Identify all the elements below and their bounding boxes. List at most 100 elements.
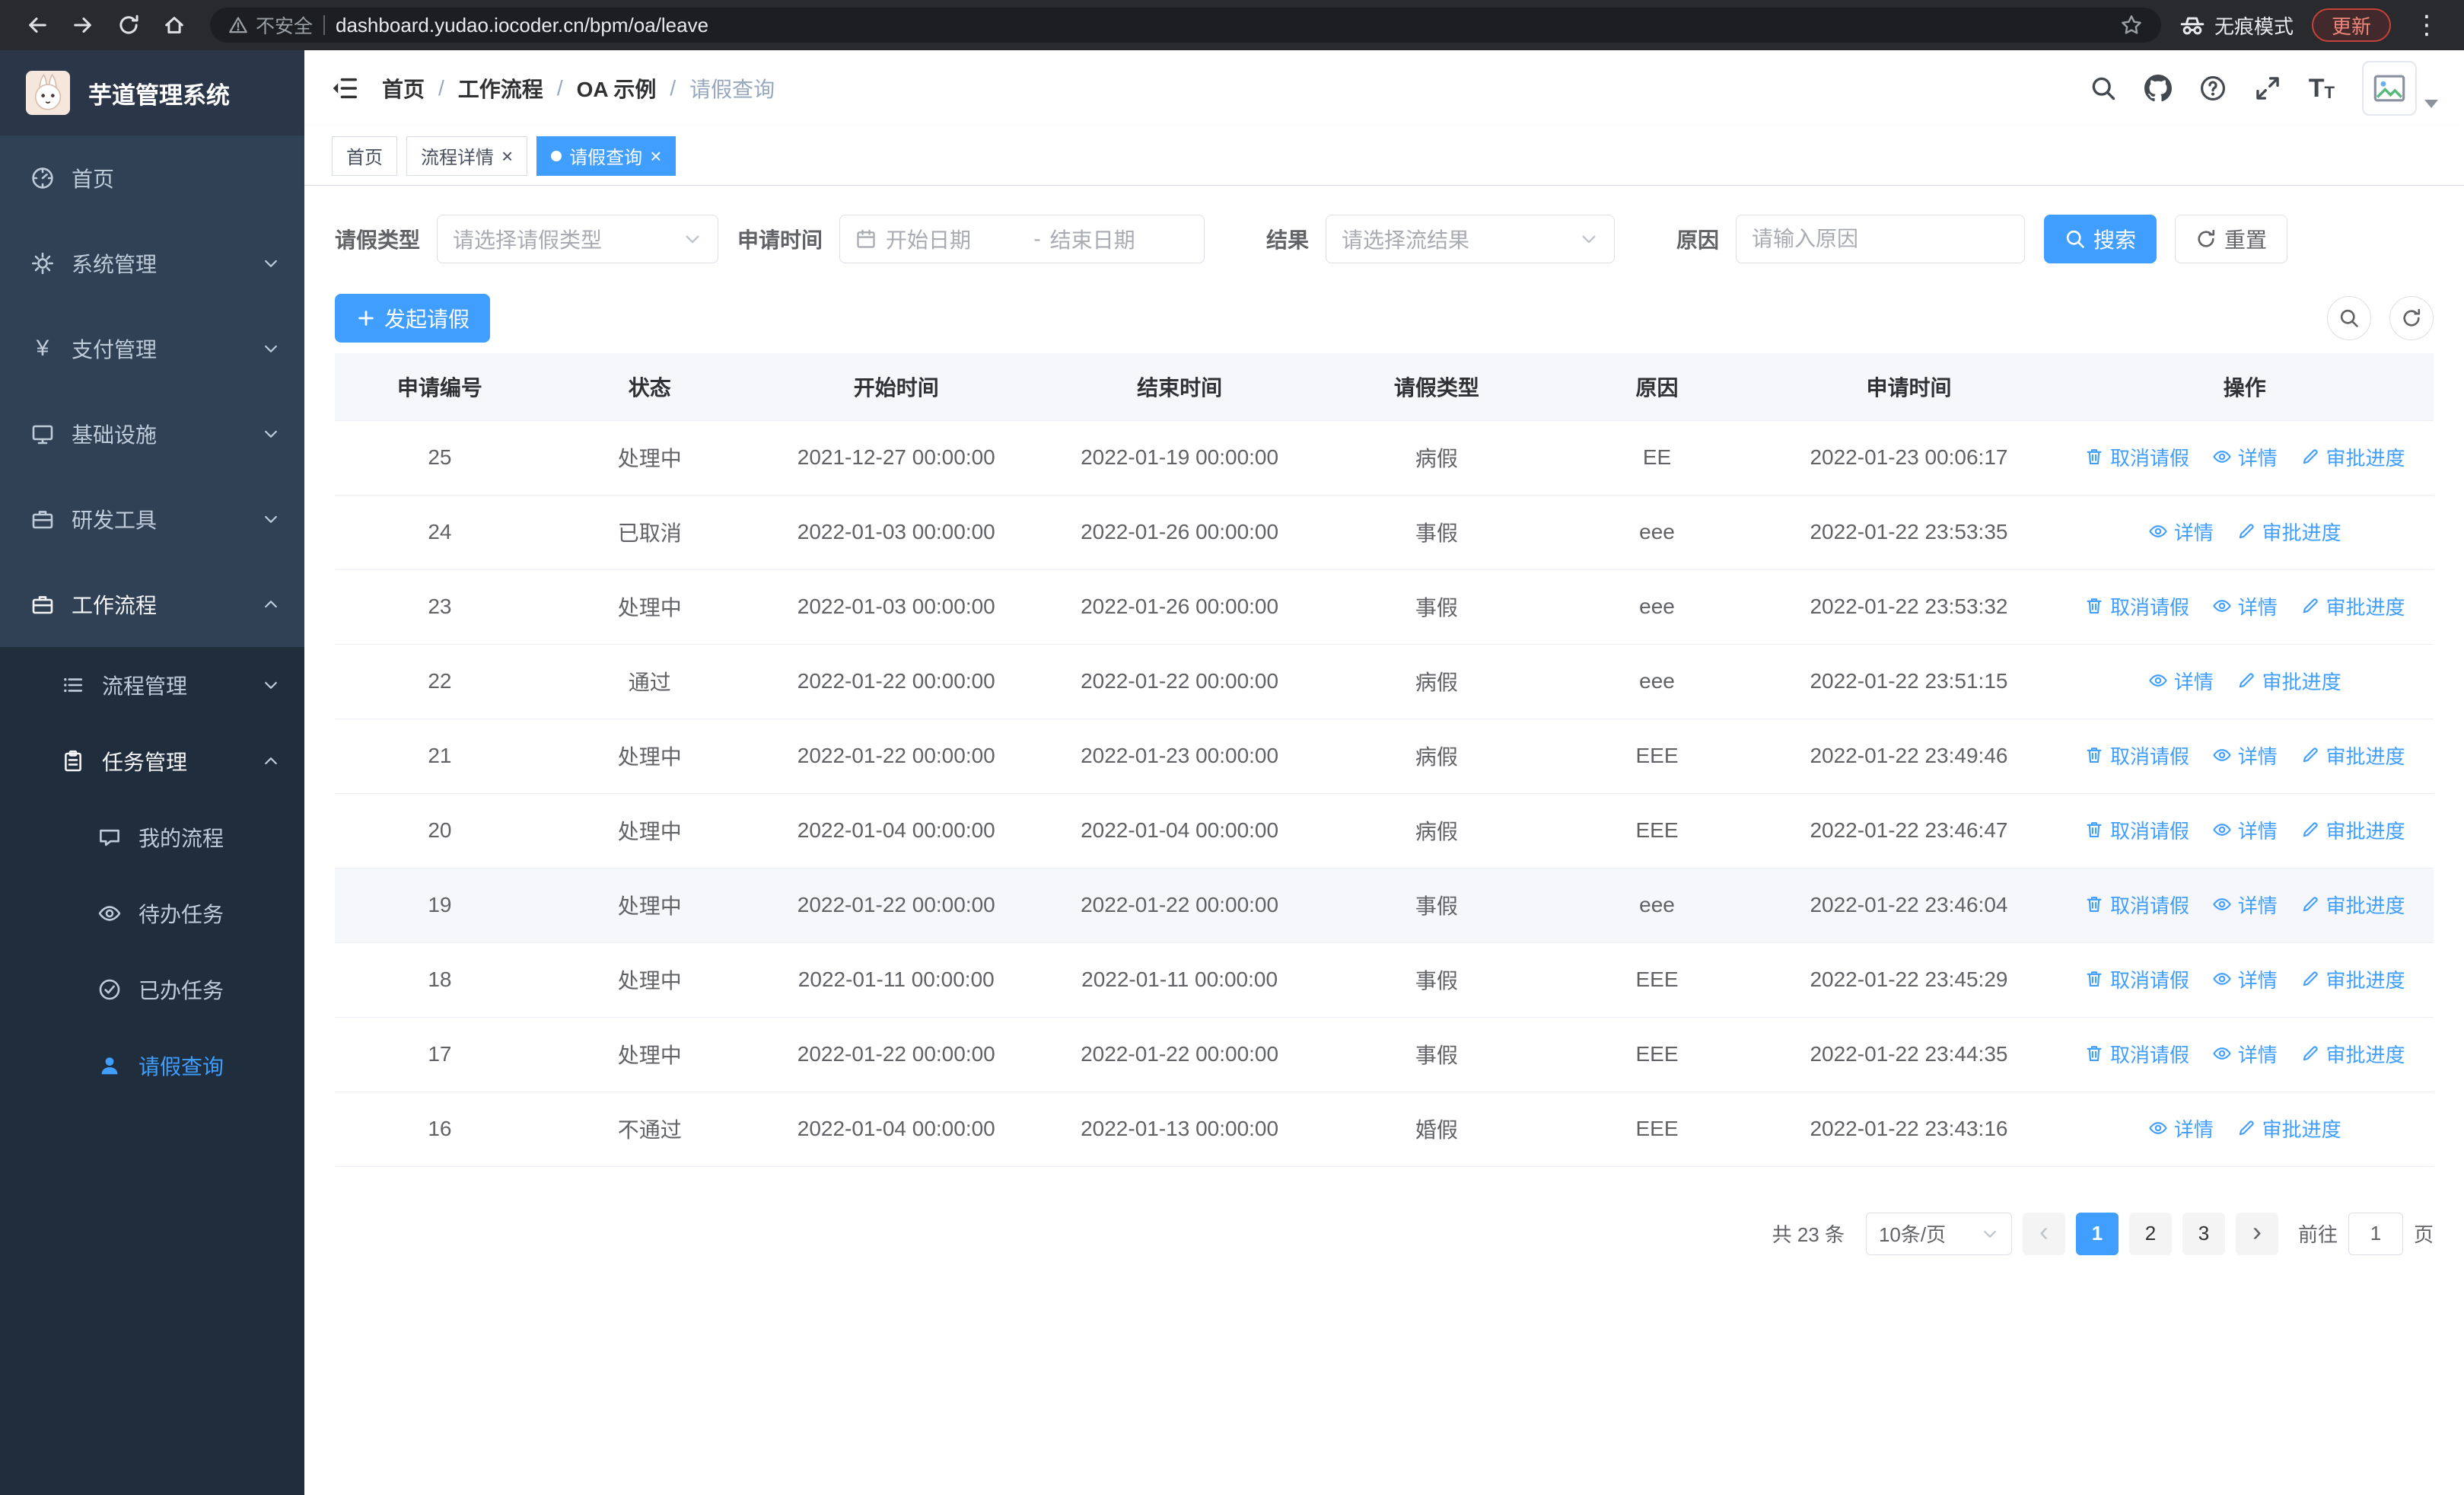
sidebar-item-task-management[interactable]: 任务管理: [0, 723, 304, 799]
cell-operations: 取消请假 详情 审批进度: [2055, 942, 2434, 1018]
select-placeholder: 请选择流结果: [1342, 228, 1470, 252]
sidebar-item-process-management[interactable]: 流程管理: [0, 647, 304, 723]
sidebar-item-home[interactable]: 首页: [0, 135, 304, 221]
update-button[interactable]: 更新: [2311, 8, 2391, 42]
detail-link[interactable]: 详情: [2212, 816, 2278, 844]
cancel-leave-link[interactable]: 取消请假: [2084, 891, 2189, 919]
bookmark-star-icon[interactable]: [2120, 14, 2143, 37]
edit-icon: [2300, 745, 2320, 765]
approval-progress-link[interactable]: 审批进度: [2300, 592, 2405, 620]
help-icon[interactable]: [2199, 75, 2227, 102]
sidebar-item-done-tasks[interactable]: 已办任务: [0, 952, 304, 1028]
app-logo[interactable]: 芋道管理系统: [0, 50, 304, 135]
detail-link[interactable]: 详情: [2212, 891, 2278, 919]
cancel-leave-link[interactable]: 取消请假: [2084, 816, 2189, 844]
detail-link[interactable]: 详情: [2148, 518, 2214, 546]
end-date-input[interactable]: 结束日期: [1050, 224, 1189, 254]
approval-progress-link[interactable]: 审批进度: [2300, 891, 2405, 919]
tab-label: 首页: [346, 148, 383, 168]
approval-progress-link[interactable]: 审批进度: [2300, 741, 2405, 770]
search-button[interactable]: 搜索: [2044, 215, 2157, 263]
detail-link[interactable]: 详情: [2212, 965, 2278, 993]
sidebar-item-devtools[interactable]: 研发工具: [0, 477, 304, 562]
breadcrumb-workflow[interactable]: 工作流程: [458, 73, 543, 104]
page-button-2[interactable]: 2: [2128, 1212, 2172, 1255]
cancel-leave-link[interactable]: 取消请假: [2084, 1040, 2189, 1068]
sidebar-item-infrastructure[interactable]: 基础设施: [0, 391, 304, 477]
reason-input[interactable]: [1752, 227, 2009, 251]
close-icon[interactable]: ×: [650, 146, 661, 166]
user-avatar-dropdown[interactable]: [2362, 61, 2438, 116]
incognito-label: 无痕模式: [2214, 14, 2294, 38]
cell-leave-type: 事假: [1321, 495, 1552, 570]
page-size-select[interactable]: 10条/页: [1865, 1212, 2012, 1255]
cell-apply-id: 21: [335, 719, 545, 794]
cell-reason: eee: [1552, 644, 1762, 719]
github-icon[interactable]: [2144, 75, 2172, 102]
sidebar-item-workflow[interactable]: 工作流程: [0, 562, 304, 647]
approval-progress-link[interactable]: 审批进度: [2236, 1114, 2341, 1143]
sidebar-item-system[interactable]: 系统管理: [0, 221, 304, 306]
refresh-table-button[interactable]: [2389, 296, 2434, 340]
create-leave-button[interactable]: 发起请假: [335, 294, 491, 343]
cell-apply-id: 24: [335, 495, 545, 570]
browser-back-button[interactable]: [20, 8, 55, 43]
approval-progress-link[interactable]: 审批进度: [2300, 1040, 2405, 1068]
breadcrumb-home[interactable]: 首页: [382, 73, 425, 104]
sidebar-item-payment[interactable]: ¥ 支付管理: [0, 306, 304, 391]
breadcrumb-oa-example[interactable]: OA 示例: [577, 73, 657, 104]
tab-leave-query[interactable]: 请假查询 ×: [536, 135, 676, 176]
close-icon[interactable]: ×: [501, 146, 513, 166]
goto-page-input[interactable]: [2348, 1212, 2403, 1255]
detail-link[interactable]: 详情: [2212, 741, 2278, 770]
cancel-leave-link[interactable]: 取消请假: [2084, 741, 2189, 770]
tab-process-detail[interactable]: 流程详情 ×: [406, 135, 528, 176]
address-bar[interactable]: 不安全 dashboard.yudao.iocoder.cn/bpm/oa/le…: [210, 8, 2161, 43]
detail-link[interactable]: 详情: [2212, 592, 2278, 620]
browser-forward-button[interactable]: [65, 8, 100, 43]
next-page-button[interactable]: ›: [2235, 1212, 2278, 1255]
detail-link[interactable]: 详情: [2148, 1114, 2214, 1143]
detail-link[interactable]: 详情: [2212, 443, 2278, 471]
tab-home[interactable]: 首页: [332, 135, 397, 176]
apply-time-range-picker[interactable]: 开始日期 - 结束日期: [839, 215, 1205, 263]
start-date-input[interactable]: 开始日期: [886, 224, 1024, 254]
sidebar-item-todo-tasks[interactable]: 待办任务: [0, 875, 304, 952]
cell-leave-type: 事假: [1321, 868, 1552, 943]
approval-progress-link[interactable]: 审批进度: [2236, 667, 2341, 695]
cancel-leave-link[interactable]: 取消请假: [2084, 965, 2189, 993]
cancel-leave-link[interactable]: 取消请假: [2084, 592, 2189, 620]
approval-progress-link[interactable]: 审批进度: [2236, 518, 2341, 546]
approval-progress-label: 审批进度: [2262, 521, 2341, 544]
leave-type-select[interactable]: 请选择请假类型: [437, 215, 718, 263]
sidebar-item-label: 基础设施: [72, 423, 158, 447]
browser-home-button[interactable]: [157, 8, 192, 43]
reset-button[interactable]: 重置: [2175, 215, 2288, 263]
approval-progress-link[interactable]: 审批进度: [2300, 443, 2405, 471]
detail-link[interactable]: 详情: [2148, 667, 2214, 695]
cancel-leave-label: 取消请假: [2109, 894, 2189, 917]
fullscreen-icon[interactable]: [2254, 75, 2281, 102]
approval-progress-label: 审批进度: [2326, 819, 2405, 843]
approval-progress-link[interactable]: 审批进度: [2300, 816, 2405, 844]
sidebar-fold-icon[interactable]: [330, 74, 359, 103]
result-select[interactable]: 请选择流结果: [1326, 215, 1615, 263]
search-icon[interactable]: [2090, 75, 2117, 102]
sidebar-item-leave-query[interactable]: 请假查询: [0, 1028, 304, 1104]
font-size-icon[interactable]: TT: [2309, 75, 2335, 101]
sidebar-item-label: 任务管理: [102, 751, 188, 774]
browser-reload-button[interactable]: [111, 8, 146, 43]
toggle-search-button[interactable]: [2327, 296, 2371, 340]
page-button-1[interactable]: 1: [2075, 1212, 2119, 1255]
security-chip[interactable]: 不安全: [228, 11, 313, 39]
page-button-3[interactable]: 3: [2182, 1212, 2225, 1255]
sidebar-item-my-process[interactable]: 我的流程: [0, 799, 304, 875]
eye-icon: [2212, 447, 2232, 467]
prev-page-button[interactable]: ‹: [2022, 1212, 2065, 1255]
cancel-leave-link[interactable]: 取消请假: [2084, 443, 2189, 471]
filter-apply-time: 申请时间 开始日期 - 结束日期: [737, 215, 1205, 263]
cell-start-time: 2022-01-11 00:00:00: [754, 942, 1038, 1018]
detail-link[interactable]: 详情: [2212, 1040, 2278, 1068]
approval-progress-link[interactable]: 审批进度: [2300, 965, 2405, 993]
browser-menu-icon[interactable]: ⋮: [2409, 10, 2444, 40]
